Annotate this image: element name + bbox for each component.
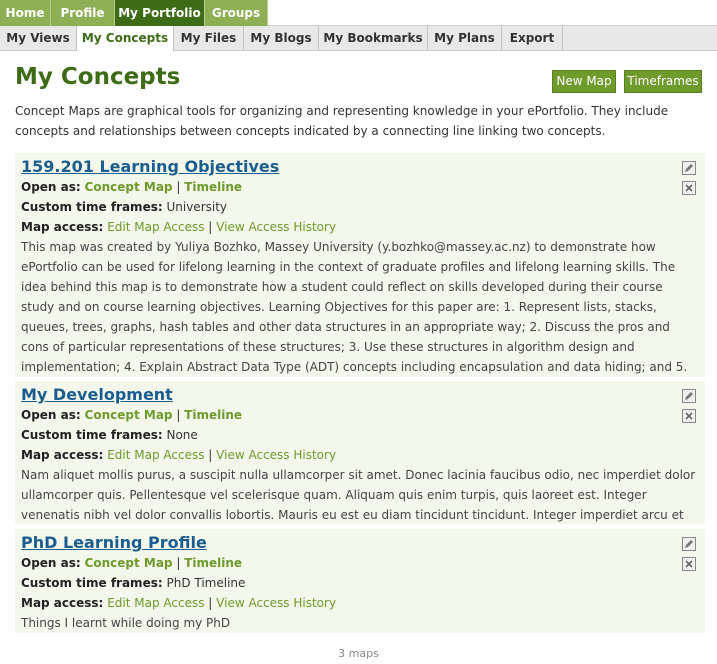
delete-icon[interactable] bbox=[682, 409, 696, 423]
pencil-icon[interactable] bbox=[682, 161, 696, 175]
custom-timeframes-row: Custom time frames: University bbox=[21, 197, 699, 217]
new-map-button[interactable]: New Map bbox=[552, 70, 616, 93]
intro-text: Concept Maps are graphical tools for org… bbox=[15, 104, 669, 138]
pencil-icon[interactable] bbox=[682, 537, 696, 551]
tab-groups[interactable]: Groups bbox=[205, 0, 268, 26]
sub-navigation: My Views My Concepts My Files My Blogs M… bbox=[0, 26, 717, 52]
map-access-label: Map access: bbox=[21, 596, 104, 610]
pencil-icon[interactable] bbox=[682, 389, 696, 403]
map-title-link[interactable]: My Development bbox=[21, 385, 173, 405]
custom-timeframes-row: Custom time frames: PhD Timeline bbox=[21, 573, 699, 593]
page-title: My Concepts bbox=[15, 64, 181, 90]
subtab-my-blogs[interactable]: My Blogs bbox=[244, 26, 319, 51]
view-access-history-link[interactable]: View Access History bbox=[216, 596, 336, 610]
open-as-row: Open as: Concept Map | Timeline bbox=[21, 177, 699, 197]
separator: | bbox=[208, 448, 213, 462]
custom-timeframes-value: PhD Timeline bbox=[166, 576, 246, 590]
custom-timeframes-value: None bbox=[166, 428, 198, 442]
custom-timeframes-row: Custom time frames: None bbox=[21, 425, 699, 445]
custom-timeframes-label: Custom time frames: bbox=[21, 200, 163, 214]
concept-map-link[interactable]: Concept Map bbox=[85, 180, 173, 194]
open-as-label: Open as: bbox=[21, 408, 81, 422]
map-access-label: Map access: bbox=[21, 220, 104, 234]
separator: | bbox=[176, 556, 181, 570]
separator: | bbox=[176, 180, 181, 194]
timeline-link[interactable]: Timeline bbox=[184, 180, 242, 194]
tab-home[interactable]: Home bbox=[0, 0, 51, 26]
subtab-my-files[interactable]: My Files bbox=[174, 26, 244, 51]
delete-icon[interactable] bbox=[682, 557, 696, 571]
open-as-label: Open as: bbox=[21, 180, 81, 194]
map-access-row: Map access: Edit Map Access | View Acces… bbox=[21, 445, 699, 465]
custom-timeframes-label: Custom time frames: bbox=[21, 428, 163, 442]
tab-profile[interactable]: Profile bbox=[51, 0, 115, 26]
map-item: My Development Open as: Concept Map | Ti… bbox=[15, 381, 705, 542]
map-access-row: Map access: Edit Map Access | View Acces… bbox=[21, 593, 699, 613]
subtab-my-bookmarks[interactable]: My Bookmarks bbox=[319, 26, 428, 51]
edit-map-access-link[interactable]: Edit Map Access bbox=[107, 596, 204, 610]
concept-map-link[interactable]: Concept Map bbox=[85, 408, 173, 422]
custom-timeframes-label: Custom time frames: bbox=[21, 576, 163, 590]
map-description: This map was created by Yuliya Bozhko, M… bbox=[21, 240, 688, 394]
map-access-label: Map access: bbox=[21, 448, 104, 462]
open-as-row: Open as: Concept Map | Timeline bbox=[21, 405, 699, 425]
map-title-link[interactable]: PhD Learning Profile bbox=[21, 533, 207, 553]
open-as-label: Open as: bbox=[21, 556, 81, 570]
separator: | bbox=[208, 220, 213, 234]
custom-timeframes-value: University bbox=[166, 200, 228, 214]
tab-my-portfolio[interactable]: My Portfolio bbox=[115, 0, 205, 26]
subtab-export[interactable]: Export bbox=[502, 26, 563, 51]
concept-map-link[interactable]: Concept Map bbox=[85, 556, 173, 570]
map-description: Things I learnt while doing my PhD bbox=[21, 616, 231, 630]
view-access-history-link[interactable]: View Access History bbox=[216, 448, 336, 462]
view-access-history-link[interactable]: View Access History bbox=[216, 220, 336, 234]
map-title-link[interactable]: 159.201 Learning Objectives bbox=[21, 157, 279, 177]
map-access-row: Map access: Edit Map Access | View Acces… bbox=[21, 217, 699, 237]
separator: | bbox=[176, 408, 181, 422]
edit-map-access-link[interactable]: Edit Map Access bbox=[107, 448, 204, 462]
subtab-my-concepts[interactable]: My Concepts bbox=[77, 26, 174, 52]
top-navigation: Home Profile My Portfolio Groups bbox=[0, 0, 717, 26]
separator: | bbox=[208, 596, 213, 610]
timeframes-button[interactable]: Timeframes bbox=[624, 70, 702, 93]
timeline-link[interactable]: Timeline bbox=[184, 408, 242, 422]
edit-map-access-link[interactable]: Edit Map Access bbox=[107, 220, 204, 234]
subtab-my-views[interactable]: My Views bbox=[0, 26, 77, 51]
delete-icon[interactable] bbox=[682, 181, 696, 195]
map-item: PhD Learning Profile Open as: Concept Ma… bbox=[15, 529, 705, 633]
map-item: 159.201 Learning Objectives Open as: Con… bbox=[15, 153, 705, 394]
subtab-my-plans[interactable]: My Plans bbox=[428, 26, 502, 51]
open-as-row: Open as: Concept Map | Timeline bbox=[21, 553, 699, 573]
map-count: 3 maps bbox=[338, 647, 379, 660]
timeline-link[interactable]: Timeline bbox=[184, 556, 242, 570]
